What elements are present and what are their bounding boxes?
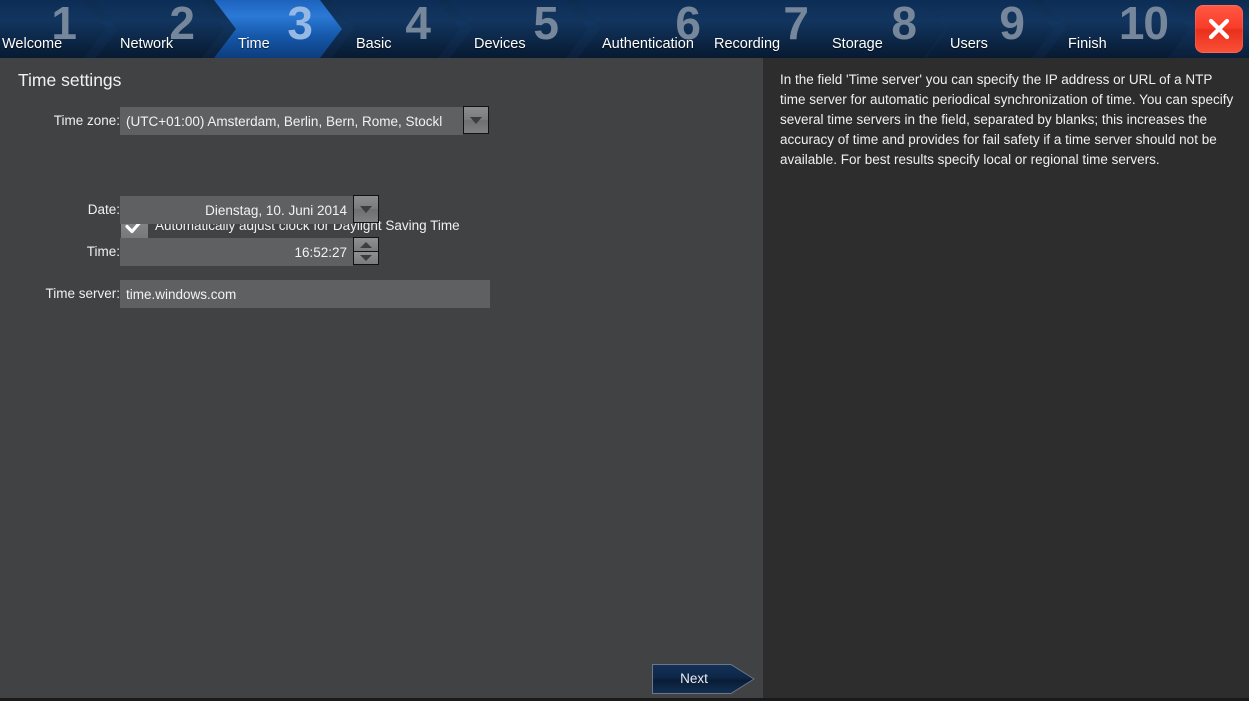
- wizard-tab-number: 10: [1118, 0, 1168, 49]
- timeserver-label: Time server:: [45, 286, 120, 301]
- wizard-tab-network[interactable]: 2 Network: [96, 0, 224, 58]
- wizard-tab-label: Welcome: [2, 36, 63, 52]
- timeserver-row: Time server:: [0, 280, 120, 308]
- page-title: Time settings: [18, 70, 122, 90]
- wizard-step-tabbar: 1 Welcome 2 Network 3 Time 4 Basic 5 Dev…: [0, 0, 1249, 58]
- close-button[interactable]: [1195, 5, 1243, 53]
- wizard-tab-number: 7: [783, 0, 808, 49]
- timezone-row: Time zone:: [0, 107, 120, 135]
- wizard-tab-number: 5: [533, 0, 558, 49]
- wizard-tab-label: Network: [120, 36, 174, 52]
- wizard-tab-welcome[interactable]: 1 Welcome: [0, 0, 106, 58]
- wizard-tab-time[interactable]: 3 Time: [214, 0, 342, 58]
- wizard-tab-label: Devices: [474, 36, 526, 52]
- timezone-dropdown-button[interactable]: [463, 106, 489, 134]
- wizard-tab-devices[interactable]: 5 Devices: [450, 0, 588, 58]
- triangle-up-icon: [360, 241, 372, 248]
- wizard-tab-label: Basic: [356, 36, 392, 52]
- time-row: Time:: [0, 238, 120, 266]
- triangle-down-icon: [360, 255, 372, 261]
- chevron-down-icon: [360, 206, 372, 213]
- date-row: Date:: [0, 196, 120, 224]
- timezone-input[interactable]: [120, 107, 463, 135]
- time-spinner[interactable]: [353, 237, 379, 265]
- wizard-tab-number: 3: [287, 0, 312, 49]
- next-button-label: Next: [680, 671, 708, 686]
- wizard-tab-label: Storage: [832, 36, 883, 52]
- date-dropdown-button[interactable]: [353, 195, 379, 223]
- wizard-tab-label: Time: [238, 36, 270, 52]
- wizard-tab-label: Finish: [1068, 36, 1107, 52]
- wizard-tab-number: 8: [891, 0, 916, 49]
- wizard-tab-label: Users: [950, 36, 988, 52]
- time-input[interactable]: [120, 238, 353, 266]
- close-x-icon: [1208, 18, 1230, 40]
- time-label: Time:: [86, 244, 120, 259]
- time-spinner-up[interactable]: [354, 238, 378, 251]
- time-spinner-down[interactable]: [354, 251, 378, 264]
- wizard-tab-label: Recording: [714, 36, 781, 52]
- help-text: In the field 'Time server' you can speci…: [780, 72, 1234, 167]
- timeserver-input[interactable]: [120, 280, 490, 308]
- wizard-tab-number: 4: [405, 0, 430, 49]
- chevron-down-icon: [470, 117, 482, 124]
- date-label: Date:: [87, 202, 120, 217]
- date-input[interactable]: [120, 196, 353, 224]
- help-panel: In the field 'Time server' you can speci…: [763, 58, 1249, 698]
- wizard-tab-number: 9: [999, 0, 1024, 49]
- wizard-window: 1 Welcome 2 Network 3 Time 4 Basic 5 Dev…: [0, 0, 1249, 701]
- wizard-tab-label: Authentication: [602, 36, 694, 52]
- timezone-label: Time zone:: [53, 113, 120, 128]
- wizard-tab-basic[interactable]: 4 Basic: [332, 0, 460, 58]
- wizard-tab-finish[interactable]: 10 Finish: [1044, 0, 1190, 58]
- settings-panel: Time settings Time zone: Automatically a…: [0, 58, 763, 698]
